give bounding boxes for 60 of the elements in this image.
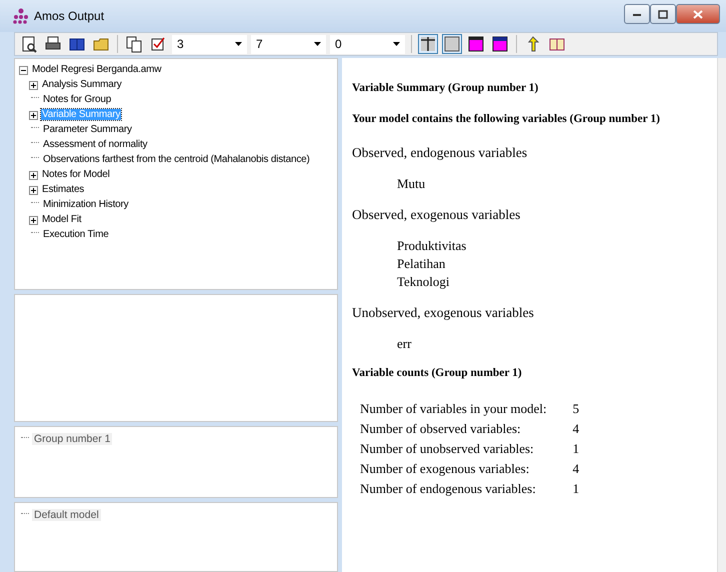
tree-item[interactable]: Parameter Summary [42,124,133,135]
close-button[interactable] [676,4,720,24]
minimize-button[interactable] [624,4,650,24]
expand-icon[interactable] [29,111,38,120]
table-icon[interactable] [442,34,462,54]
list-item[interactable]: Default model [32,509,101,521]
tree-item[interactable]: Notes for Group [42,94,112,105]
count-value: 1 [572,480,580,498]
section-heading: Variable Summary (Group number 1) [352,81,540,96]
tree-item[interactable]: Model Regresi Berganda.amw [31,64,162,75]
section-heading: Your model contains the following variables (Group number 1) [352,112,661,128]
tree-item[interactable]: Estimates [41,184,86,195]
count-value: 4 [572,460,580,478]
expand-icon[interactable] [29,81,38,90]
table-header-icon[interactable] [466,34,486,54]
app-icon [12,8,30,24]
variable-name: Teknologi [396,273,451,291]
count-value: 5 [572,400,580,418]
expand-icon[interactable] [29,171,38,180]
variable-name: err [396,335,412,354]
variable-name: Mutu [396,174,426,193]
count-label: Number of observed variables: [359,420,522,438]
window-title: Amos Output [34,8,104,25]
count-value: 1 [572,440,580,458]
tree-item[interactable]: Observations farthest from the centroid (Mahalanobis distance) [42,154,311,165]
variable-name: Pelatihan [396,255,446,273]
count-label: Number of exogenous variables: [359,460,530,478]
section-title: Unobserved, exogenous variables [352,304,535,322]
section-title: Observed, endogenous variables [352,144,528,162]
section-title: Observed, exogenous variables [352,206,522,224]
copy-icon[interactable] [124,34,144,54]
caret-icon [393,42,400,46]
maximize-button[interactable] [650,4,676,24]
section-heading: Variable counts (Group number 1) [352,366,523,382]
tree-item[interactable]: Assessment of normality [42,139,148,150]
dropdown[interactable]: 7 [251,34,326,54]
variable-name: Produktivitas [396,237,468,255]
maximize-icon [658,10,668,19]
dropdown[interactable]: 0 [330,34,405,54]
count-label: Number of unobserved variables: [359,440,535,458]
tree-item[interactable]: Analysis Summary [41,79,123,90]
tree-item[interactable]: Notes for Model [41,169,111,180]
tree-item[interactable]: Model Fit [41,214,82,225]
expand-icon[interactable] [29,216,38,225]
table-header-icon[interactable] [490,34,510,54]
close-icon [693,10,703,19]
list-item[interactable]: Group number 1 [32,433,112,445]
count-label: Number of variables in your model: [359,400,548,418]
tree-item[interactable]: Execution Time [42,229,110,240]
scrollbar[interactable] [717,58,726,572]
tree-item[interactable]: Minimization History [42,199,130,210]
count-label: Number of endogenous variables: [359,480,537,498]
collapse-icon[interactable] [19,66,28,75]
expand-icon[interactable] [29,186,38,195]
caret-icon [235,42,242,46]
grid-lines-icon[interactable] [418,34,438,54]
minimize-icon [632,11,642,18]
count-value: 4 [572,420,580,438]
dropdown[interactable]: 3 [172,34,247,54]
caret-icon [314,42,321,46]
